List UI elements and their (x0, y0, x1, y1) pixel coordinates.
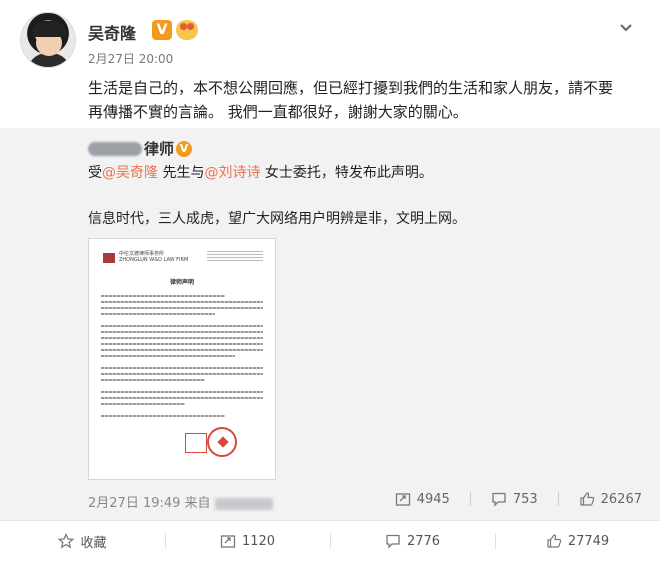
document-text-line (101, 313, 215, 315)
repost-icon (395, 493, 410, 506)
document-text-line (101, 331, 263, 333)
firm-name-en: ZHONGLUN W&D LAW FIRM (119, 257, 189, 263)
divider (557, 492, 559, 506)
repost-text-line1: 受@吴奇隆 先生与@刘诗诗 女士委托，特发布此声明。 (88, 162, 433, 182)
repost-box[interactable]: 律师 V 受@吴奇隆 先生与@刘诗诗 女士委托，特发布此声明。 信息时代，三人成虎… (0, 128, 660, 520)
text-fragment: 先生与 (158, 165, 205, 181)
document-text-line (101, 397, 263, 399)
fan-badge-icon (176, 20, 198, 40)
post-username[interactable]: 吴奇隆 (88, 20, 136, 44)
document-image[interactable]: 中伦文德律师事务所 ZHONGLUN W&D LAW FIRM 律师声明 (88, 238, 276, 480)
comment-count: 2776 (406, 533, 441, 549)
blurred-source (214, 497, 273, 510)
document-text-line (101, 355, 235, 357)
text-fragment: 受 (88, 165, 102, 181)
document-text-line (101, 325, 263, 327)
mention-link[interactable]: @刘诗诗 (204, 165, 260, 181)
comment-icon (386, 534, 400, 549)
document-text-line (101, 349, 263, 351)
comment-count: 753 (512, 491, 538, 507)
like-icon (580, 492, 594, 506)
post-text-line: 再傳播不實的言論。 我們一直都很好，謝謝大家的關心。 (88, 103, 468, 121)
signature-stamp-icon (185, 433, 207, 453)
post-text-line: 生活是自己的，本不想公開回應，但已經打擾到我們的生活和家人朋友，請不要 (88, 79, 614, 97)
comment-icon (492, 492, 506, 507)
more-chevron-icon[interactable] (616, 18, 636, 38)
document-text-line (101, 403, 185, 405)
document-text-line (101, 391, 263, 393)
document-text-line (101, 367, 263, 369)
verified-badge-icon: V (152, 20, 172, 40)
official-seal-icon (207, 427, 237, 457)
favorite-label: 收藏 (80, 535, 107, 551)
verified-badge-icon: V (176, 140, 193, 157)
document-text-line (101, 343, 263, 345)
repost-count: 4945 (416, 491, 450, 507)
blurred-name (88, 141, 142, 156)
repost-count: 1120 (241, 533, 276, 549)
document-text-line (101, 307, 263, 309)
document-text-line (101, 415, 225, 417)
repost-time[interactable]: 2月27日 19:49 来自 (88, 496, 211, 511)
mention-link[interactable]: @吴奇隆 (102, 165, 158, 181)
repost-count-button[interactable]: 4945 (395, 491, 450, 507)
like-count-button[interactable]: 26267 (579, 491, 642, 507)
document-text-line (101, 379, 205, 381)
text-fragment: 女士委托，特发布此声明。 (260, 165, 433, 181)
document-text-line (101, 337, 263, 339)
favorite-button[interactable]: 收藏 (0, 521, 165, 561)
repost-icon (220, 535, 236, 548)
like-icon (547, 534, 562, 548)
document-firm: 中伦文德律师事务所 ZHONGLUN W&D LAW FIRM (119, 251, 188, 263)
law-firm-logo-icon (103, 253, 115, 263)
like-count: 26267 (600, 491, 642, 507)
post-text: 生活是自己的，本不想公開回應，但已經打擾到我們的生活和家人朋友，請不要 再傳播不… (88, 76, 633, 124)
repost-button[interactable]: 1120 (165, 521, 330, 561)
favorite-star-icon (58, 533, 75, 549)
document-title: 律师声明 (169, 279, 194, 286)
avatar[interactable] (20, 12, 76, 68)
repost-author[interactable]: 律师 V (88, 138, 193, 158)
document-text-line (101, 295, 225, 297)
repost-footer: 2月27日 19:49 来自 (88, 492, 273, 511)
document-text-line (101, 373, 263, 375)
repost-author-name[interactable]: 律师 (144, 140, 174, 158)
action-bar: 收藏 1120 2776 27749 (0, 520, 660, 561)
divider (469, 492, 471, 506)
repost-stats: 4945 753 26267 (375, 488, 642, 510)
document-text-line (101, 301, 263, 303)
like-button[interactable]: 27749 (495, 521, 660, 561)
repost-text-line2: 信息时代，三人成虎，望广大网络用户明辨是非，文明上网。 (88, 211, 466, 227)
comment-count-button[interactable]: 753 (491, 491, 538, 507)
like-count: 27749 (567, 533, 610, 549)
document-address-block (207, 251, 263, 263)
comment-button[interactable]: 2776 (330, 521, 495, 561)
post-header: 吴奇隆 V 2月27日 20:00 (20, 12, 640, 76)
post-time[interactable]: 2月27日 20:00 (88, 50, 173, 67)
